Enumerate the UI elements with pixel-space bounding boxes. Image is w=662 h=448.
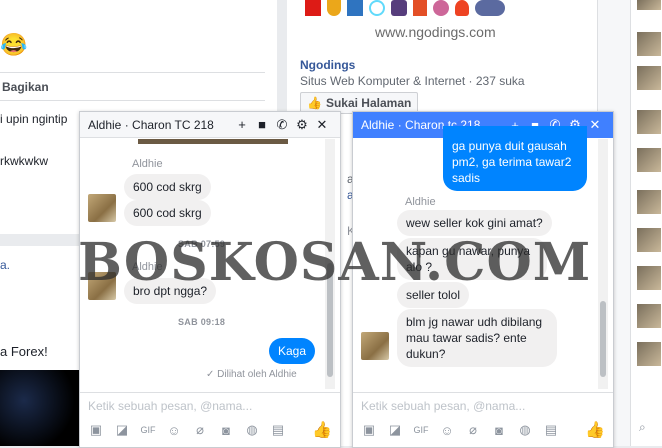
- share-link[interactable]: Bagikan: [2, 80, 49, 94]
- emoji-icon[interactable]: ☺: [437, 423, 457, 438]
- message-bubble: 600 cod skrg: [124, 174, 211, 200]
- calendar-icon[interactable]: ▤: [541, 422, 561, 438]
- add-person-icon[interactable]: +: [232, 117, 252, 132]
- my-message-bubble: Kaga: [269, 338, 316, 364]
- php-mysql-icon: [475, 0, 505, 16]
- contact-avatar[interactable]: [637, 0, 661, 10]
- sass-icon: [433, 0, 449, 16]
- timestamp: SAB 09:18: [178, 317, 226, 327]
- sender-name: Aldhie: [405, 196, 436, 208]
- avatar[interactable]: [88, 194, 116, 222]
- calendar-icon[interactable]: ▤: [268, 422, 288, 438]
- attach-icon[interactable]: ⌀: [463, 422, 483, 438]
- thumbs-up-icon: 👍: [307, 96, 322, 110]
- contact-avatar[interactable]: [637, 148, 661, 172]
- page-name-link[interactable]: Ngodings: [300, 58, 355, 72]
- contact-avatar[interactable]: [637, 110, 661, 134]
- codeigniter-icon: [455, 0, 469, 16]
- chat-title[interactable]: Aldhie · Charon TC 218: [88, 118, 232, 132]
- image-icon[interactable]: ▣: [86, 422, 106, 438]
- camera-icon[interactable]: ◙: [489, 423, 509, 438]
- watermark-text: BOSKOSAN.COM: [78, 232, 592, 293]
- divider: [0, 72, 265, 73]
- gif-icon[interactable]: GIF: [411, 425, 431, 435]
- sticker-icon[interactable]: ◪: [385, 422, 405, 438]
- scrollbar[interactable]: [598, 139, 608, 389]
- page-meta: Situs Web Komputer & Internet · 237 suka: [300, 74, 525, 88]
- contact-avatar[interactable]: [637, 266, 661, 290]
- message-bubble: blm jg nawar udh dibilang mau tawar sadi…: [397, 309, 557, 367]
- close-icon[interactable]: ✕: [312, 117, 332, 133]
- attach-icon[interactable]: ⌀: [190, 422, 210, 438]
- contact-avatar[interactable]: [637, 32, 661, 56]
- react-icon: [369, 0, 385, 16]
- like-icon[interactable]: 👍: [585, 420, 605, 440]
- laughing-emoji-icon: 😂: [0, 32, 28, 57]
- bootstrap-icon: [391, 0, 407, 16]
- composer-toolbar: ▣ ◪ GIF ☺ ⌀ ◙ ◍ ▤ 👍: [80, 417, 340, 443]
- gif-icon[interactable]: GIF: [138, 425, 158, 435]
- contact-avatar[interactable]: [637, 304, 661, 328]
- avatar[interactable]: [361, 332, 389, 360]
- poll-icon[interactable]: ◍: [242, 422, 262, 438]
- gulp-icon: [327, 0, 341, 16]
- shared-image-strip[interactable]: [138, 139, 288, 144]
- gear-icon[interactable]: ⚙: [292, 117, 312, 133]
- divider: [0, 100, 265, 101]
- check-icon: ✓: [206, 369, 215, 380]
- post-text: a Forex!: [0, 344, 48, 359]
- sticker-icon[interactable]: ◪: [112, 422, 132, 438]
- contact-avatar[interactable]: [637, 228, 661, 252]
- image-icon[interactable]: ▣: [359, 422, 379, 438]
- my-message-bubble: ga punya duit gausah pm2, ga terima tawa…: [443, 126, 587, 191]
- contact-avatar[interactable]: [637, 66, 661, 90]
- search-icon[interactable]: ⌕: [639, 420, 646, 435]
- message-input[interactable]: Ketik sebuah pesan, @nama...: [353, 392, 613, 418]
- emoji-icon[interactable]: ☺: [164, 423, 184, 438]
- comment-text: rkwkwkw: [0, 154, 48, 168]
- angular-icon: [305, 0, 321, 16]
- contact-avatar[interactable]: [637, 342, 661, 366]
- message-input[interactable]: Ketik sebuah pesan, @nama...: [80, 392, 340, 418]
- tech-logos-row: [305, 0, 505, 16]
- video-call-icon[interactable]: ■: [252, 117, 272, 132]
- camera-icon[interactable]: ◙: [216, 423, 236, 438]
- like-icon[interactable]: 👍: [312, 420, 332, 440]
- scrollbar-thumb[interactable]: [600, 301, 606, 377]
- site-url[interactable]: www.ngodings.com: [375, 24, 496, 40]
- seen-text: Dilihat oleh Aldhie: [217, 369, 297, 380]
- phone-icon[interactable]: ✆: [272, 117, 292, 133]
- chat-header[interactable]: Aldhie · Charon TC 218 + ■ ✆ ⚙ ✕: [80, 112, 340, 138]
- poll-icon[interactable]: ◍: [515, 422, 535, 438]
- typescript-icon: [347, 0, 363, 16]
- sender-name: Aldhie: [132, 158, 163, 170]
- composer-toolbar: ▣ ◪ GIF ☺ ⌀ ◙ ◍ ▤ 👍: [353, 417, 613, 443]
- close-icon[interactable]: ✕: [585, 117, 605, 133]
- contacts-sidebar: ⌕: [630, 0, 662, 446]
- message-bubble: 600 cod skrg: [124, 200, 211, 226]
- html5-icon: [413, 0, 427, 16]
- comment-text: i upin ngintip: [0, 112, 68, 126]
- contact-avatar[interactable]: [637, 190, 661, 214]
- like-page-label: Sukai Halaman: [325, 96, 412, 110]
- seen-receipt: ✓ Dilihat oleh Aldhie: [206, 369, 297, 380]
- post-image[interactable]: [0, 370, 80, 446]
- link-text[interactable]: a.: [0, 258, 10, 272]
